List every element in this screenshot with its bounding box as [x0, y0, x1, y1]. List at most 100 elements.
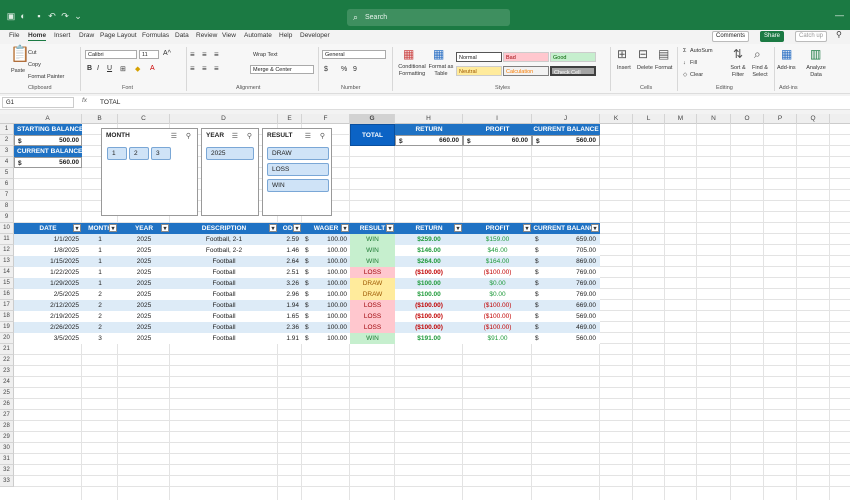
row-header-24[interactable]: 24 — [0, 377, 14, 388]
table-cell-wager[interactable]: 100.00 — [302, 333, 350, 344]
row-header-11[interactable]: 11 — [0, 234, 14, 245]
table-cell-wager[interactable]: 100.00 — [302, 322, 350, 333]
cut-button[interactable]: Cut — [28, 50, 37, 56]
table-cell-odd[interactable]: 2.96 — [278, 289, 302, 300]
insert-cells-icon[interactable]: ⊞ — [617, 48, 627, 60]
tab-automate[interactable]: Automate — [244, 32, 272, 39]
table-cell-wager[interactable]: 100.00 — [302, 300, 350, 311]
format-painter-button[interactable]: Format Painter — [28, 74, 64, 80]
fill-button[interactable]: Fill — [690, 60, 697, 66]
table-cell-balance[interactable]: 769.00 — [532, 267, 600, 278]
table-cell-return[interactable]: $264.00 — [395, 256, 463, 267]
column-header-c[interactable]: C — [118, 114, 170, 124]
style-check-cell[interactable]: Check Cell — [550, 66, 596, 76]
current-balance-value[interactable]: 560.00 — [14, 157, 82, 168]
table-cell-description[interactable]: Football — [170, 278, 278, 289]
column-header-p[interactable]: P — [764, 114, 797, 124]
result-slicer-item[interactable]: WIN — [267, 179, 329, 192]
format-cells-icon[interactable]: ▤ — [658, 48, 669, 60]
table-cell-date[interactable]: 1/22/2025 — [14, 267, 82, 278]
currency-button[interactable]: $ — [324, 66, 328, 73]
table-cell-date[interactable]: 3/5/2025 — [14, 333, 82, 344]
bold-button[interactable]: B — [87, 65, 92, 72]
format-cells-button[interactable]: Format — [655, 65, 672, 71]
clear-eraser-icon[interactable]: ◇ — [683, 72, 687, 78]
table-cell-profit[interactable]: $164.00 — [463, 256, 532, 267]
table-cell-balance[interactable]: 669.00 — [532, 300, 600, 311]
tab-formulas[interactable]: Formulas — [142, 32, 169, 39]
table-cell-date[interactable]: 1/29/2025 — [14, 278, 82, 289]
row-header-22[interactable]: 22 — [0, 355, 14, 366]
table-cell-result[interactable]: LOSS — [350, 311, 395, 322]
font-size-select[interactable]: 11 — [139, 50, 159, 59]
table-cell-month[interactable]: 3 — [82, 333, 118, 344]
table-cell-year[interactable]: 2025 — [118, 245, 170, 256]
table-cell-profit[interactable]: $91.00 — [463, 333, 532, 344]
table-header-result[interactable]: RESULT ▾ — [350, 223, 395, 234]
row-header-6[interactable]: 6 — [0, 179, 14, 190]
table-cell-date[interactable]: 1/8/2025 — [14, 245, 82, 256]
row-header-23[interactable]: 23 — [0, 366, 14, 377]
tab-help[interactable]: Help — [279, 32, 292, 39]
filter-dropdown-icon[interactable]: ▾ — [591, 224, 599, 232]
table-cell-result[interactable]: DRAW — [350, 278, 395, 289]
formula-input[interactable]: TOTAL — [100, 97, 120, 108]
table-header-odd[interactable]: ODD ▾ — [278, 223, 302, 234]
table-cell-description[interactable]: Football — [170, 333, 278, 344]
sort-filter-button[interactable]: Sort & Filter — [727, 65, 749, 79]
align-left-icon[interactable]: ≡ — [190, 64, 195, 73]
clear-filter-icon[interactable]: ⚲ — [186, 132, 191, 140]
row-header-20[interactable]: 20 — [0, 333, 14, 344]
table-cell-profit[interactable]: $159.00 — [463, 234, 532, 245]
column-header-m[interactable]: M — [665, 114, 697, 124]
column-header-k[interactable]: K — [600, 114, 633, 124]
fill-arrow-icon[interactable]: ↓ — [683, 60, 686, 66]
delete-cells-button[interactable]: Delete — [637, 65, 653, 71]
clear-button[interactable]: Clear — [690, 72, 703, 78]
table-cell-description[interactable]: Football — [170, 311, 278, 322]
table-header-return[interactable]: RETURN ▾ — [395, 223, 463, 234]
total-profit-value[interactable]: 60.00 — [463, 135, 532, 146]
table-cell-description[interactable]: Football — [170, 267, 278, 278]
name-box[interactable]: G1 — [2, 97, 74, 108]
row-header-13[interactable]: 13 — [0, 256, 14, 267]
year-slicer-item[interactable]: 2025 — [206, 147, 254, 160]
column-header-e[interactable]: E — [278, 114, 302, 124]
table-cell-wager[interactable]: 100.00 — [302, 267, 350, 278]
table-cell-odd[interactable]: 2.36 — [278, 322, 302, 333]
table-cell-description[interactable]: Football — [170, 289, 278, 300]
table-cell-balance[interactable]: 560.00 — [532, 333, 600, 344]
tab-file[interactable]: File — [9, 32, 19, 39]
table-cell-odd[interactable]: 2.64 — [278, 256, 302, 267]
table-cell-month[interactable]: 2 — [82, 300, 118, 311]
autosum-sigma-icon[interactable]: Σ — [683, 48, 686, 54]
table-cell-odd[interactable]: 3.26 — [278, 278, 302, 289]
row-header-1[interactable]: 1 — [0, 124, 14, 135]
row-header-26[interactable]: 26 — [0, 399, 14, 410]
filter-dropdown-icon[interactable]: ▾ — [161, 224, 169, 232]
row-header-19[interactable]: 19 — [0, 322, 14, 333]
table-cell-month[interactable]: 2 — [82, 289, 118, 300]
table-cell-profit[interactable]: ($100.00) — [463, 300, 532, 311]
row-header-31[interactable]: 31 — [0, 454, 14, 465]
table-cell-date[interactable]: 2/26/2025 — [14, 322, 82, 333]
wrap-text-button[interactable]: Wrap Text — [253, 52, 278, 58]
table-cell-year[interactable]: 2025 — [118, 333, 170, 344]
table-cell-wager[interactable]: 100.00 — [302, 256, 350, 267]
column-header-q[interactable]: Q — [797, 114, 830, 124]
clear-filter-icon[interactable]: ⚲ — [247, 132, 252, 140]
table-cell-result[interactable]: LOSS — [350, 300, 395, 311]
row-header-33[interactable]: 33 — [0, 476, 14, 487]
table-cell-month[interactable]: 1 — [82, 256, 118, 267]
table-cell-wager[interactable]: 100.00 — [302, 245, 350, 256]
starting-balance-label[interactable]: STARTING BALANCE — [14, 124, 82, 135]
style-bad[interactable]: Bad — [503, 52, 549, 62]
table-cell-profit[interactable]: $46.00 — [463, 245, 532, 256]
tab-home[interactable]: Home — [28, 32, 47, 41]
table-cell-date[interactable]: 1/15/2025 — [14, 256, 82, 267]
row-header-28[interactable]: 28 — [0, 421, 14, 432]
table-cell-profit[interactable]: ($100.00) — [463, 322, 532, 333]
clear-filter-icon[interactable]: ⚲ — [320, 132, 325, 140]
table-cell-year[interactable]: 2025 — [118, 289, 170, 300]
row-header-3[interactable]: 3 — [0, 146, 14, 157]
